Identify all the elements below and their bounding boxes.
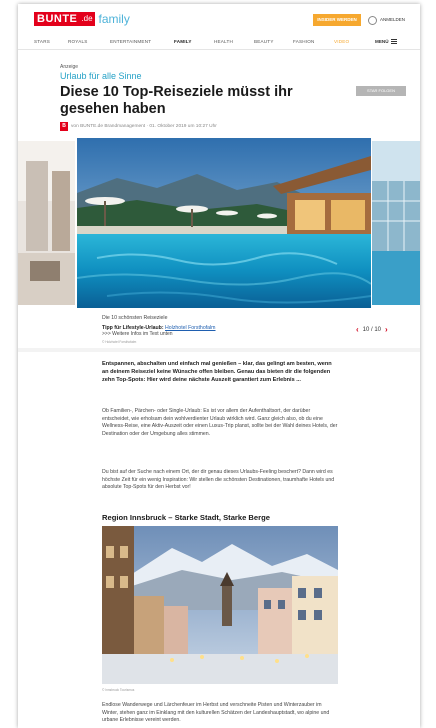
menu-button[interactable]: MENÜ bbox=[375, 39, 397, 44]
article-headline: Diese 10 Top-Reiseziele müsst ihr gesehe… bbox=[60, 84, 293, 117]
user-icon bbox=[368, 15, 377, 25]
ad-label: Anzeige bbox=[60, 64, 79, 70]
chevron-right-icon[interactable]: › bbox=[385, 325, 388, 334]
interior-photo bbox=[18, 141, 75, 305]
nav-item-fashion[interactable]: FASHION bbox=[293, 39, 315, 44]
menu-label: MENÜ bbox=[375, 39, 389, 44]
innsbruck-old-town-photo bbox=[102, 526, 338, 684]
byline: B von BUNTE.de Brandmanagement · 01. Okt… bbox=[60, 122, 217, 131]
article-paragraph: Endlose Wanderwege und Lärchenfeuer im H… bbox=[102, 702, 330, 724]
section-heading: Region Innsbruck – Starke Stadt, Starke … bbox=[102, 513, 270, 522]
logo-de: .de bbox=[80, 12, 95, 26]
gallery-more-info: >>> Weitere Infos im Text unten bbox=[102, 331, 173, 337]
article-paragraph: Ob Familien-, Pärchen- oder Single-Urlau… bbox=[102, 408, 338, 437]
logo-bunte: BUNTE bbox=[34, 12, 81, 26]
nav-item-royals[interactable]: ROYALS bbox=[68, 39, 88, 44]
login-button[interactable]: ANMELDEN bbox=[368, 13, 416, 27]
gallery-main-image[interactable] bbox=[76, 138, 372, 308]
article-paragraph: Du bist auf der Suche nach einem Ort, de… bbox=[102, 469, 335, 491]
gallery-photo-credit: © Holzhotel Forsthofalm bbox=[102, 340, 137, 344]
author-badge: B bbox=[60, 122, 68, 131]
byline-text: von BUNTE.de Brandmanagement · 01. Oktob… bbox=[71, 124, 217, 129]
insider-werden-button[interactable]: INSIDER WERDEN bbox=[313, 14, 361, 26]
hamburger-icon bbox=[390, 39, 397, 44]
nav-item-beauty[interactable]: BEAUTY bbox=[254, 39, 274, 44]
article-page: BUNTE .de family INSIDER WERDEN ANMELDEN… bbox=[18, 4, 420, 728]
chevron-left-icon[interactable]: ‹ bbox=[356, 325, 359, 334]
nav-item-entertainment[interactable]: ENTERTAINMENT bbox=[110, 39, 151, 44]
nav-item-video[interactable]: VIDEO bbox=[334, 39, 349, 44]
section-divider bbox=[18, 348, 420, 352]
top-bar: BUNTE .de family INSIDER WERDEN ANMELDEN bbox=[18, 4, 420, 34]
article-intro: Entspannen, abschalten und einfach mal g… bbox=[102, 361, 332, 383]
article-kicker: Urlaub für alle Sinne bbox=[60, 71, 142, 81]
main-nav: STARS ROYALS ENTERTAINMENT FAMILY HEALTH… bbox=[18, 36, 420, 50]
innsbruck-photo-credit: © Innsbruck Tourismus bbox=[102, 688, 135, 692]
nav-item-health[interactable]: HEALTH bbox=[214, 39, 233, 44]
next-slide-thumbnail[interactable] bbox=[372, 141, 420, 305]
innsbruck-image[interactable] bbox=[102, 526, 338, 684]
gallery-counter: 10 / 10 bbox=[362, 326, 382, 333]
gallery-pager: ‹ 10 / 10 › bbox=[356, 325, 388, 334]
login-label: ANMELDEN bbox=[380, 17, 406, 22]
nav-item-family[interactable]: FAMILY bbox=[174, 39, 192, 44]
nav-item-stars[interactable]: STARS bbox=[34, 39, 50, 44]
bunte-logo[interactable]: BUNTE .de family bbox=[34, 12, 130, 26]
logo-family: family bbox=[98, 12, 130, 26]
glass-building-photo bbox=[372, 141, 420, 305]
infinity-pool-photo bbox=[76, 138, 372, 308]
star-folgen-button[interactable]: STAR FOLGEN bbox=[356, 86, 406, 96]
image-gallery: Die 10 schönsten Reiseziele Tipp für Lif… bbox=[18, 138, 420, 348]
previous-slide-thumbnail[interactable] bbox=[18, 141, 75, 305]
gallery-caption-title: Die 10 schönsten Reiseziele bbox=[102, 315, 168, 321]
